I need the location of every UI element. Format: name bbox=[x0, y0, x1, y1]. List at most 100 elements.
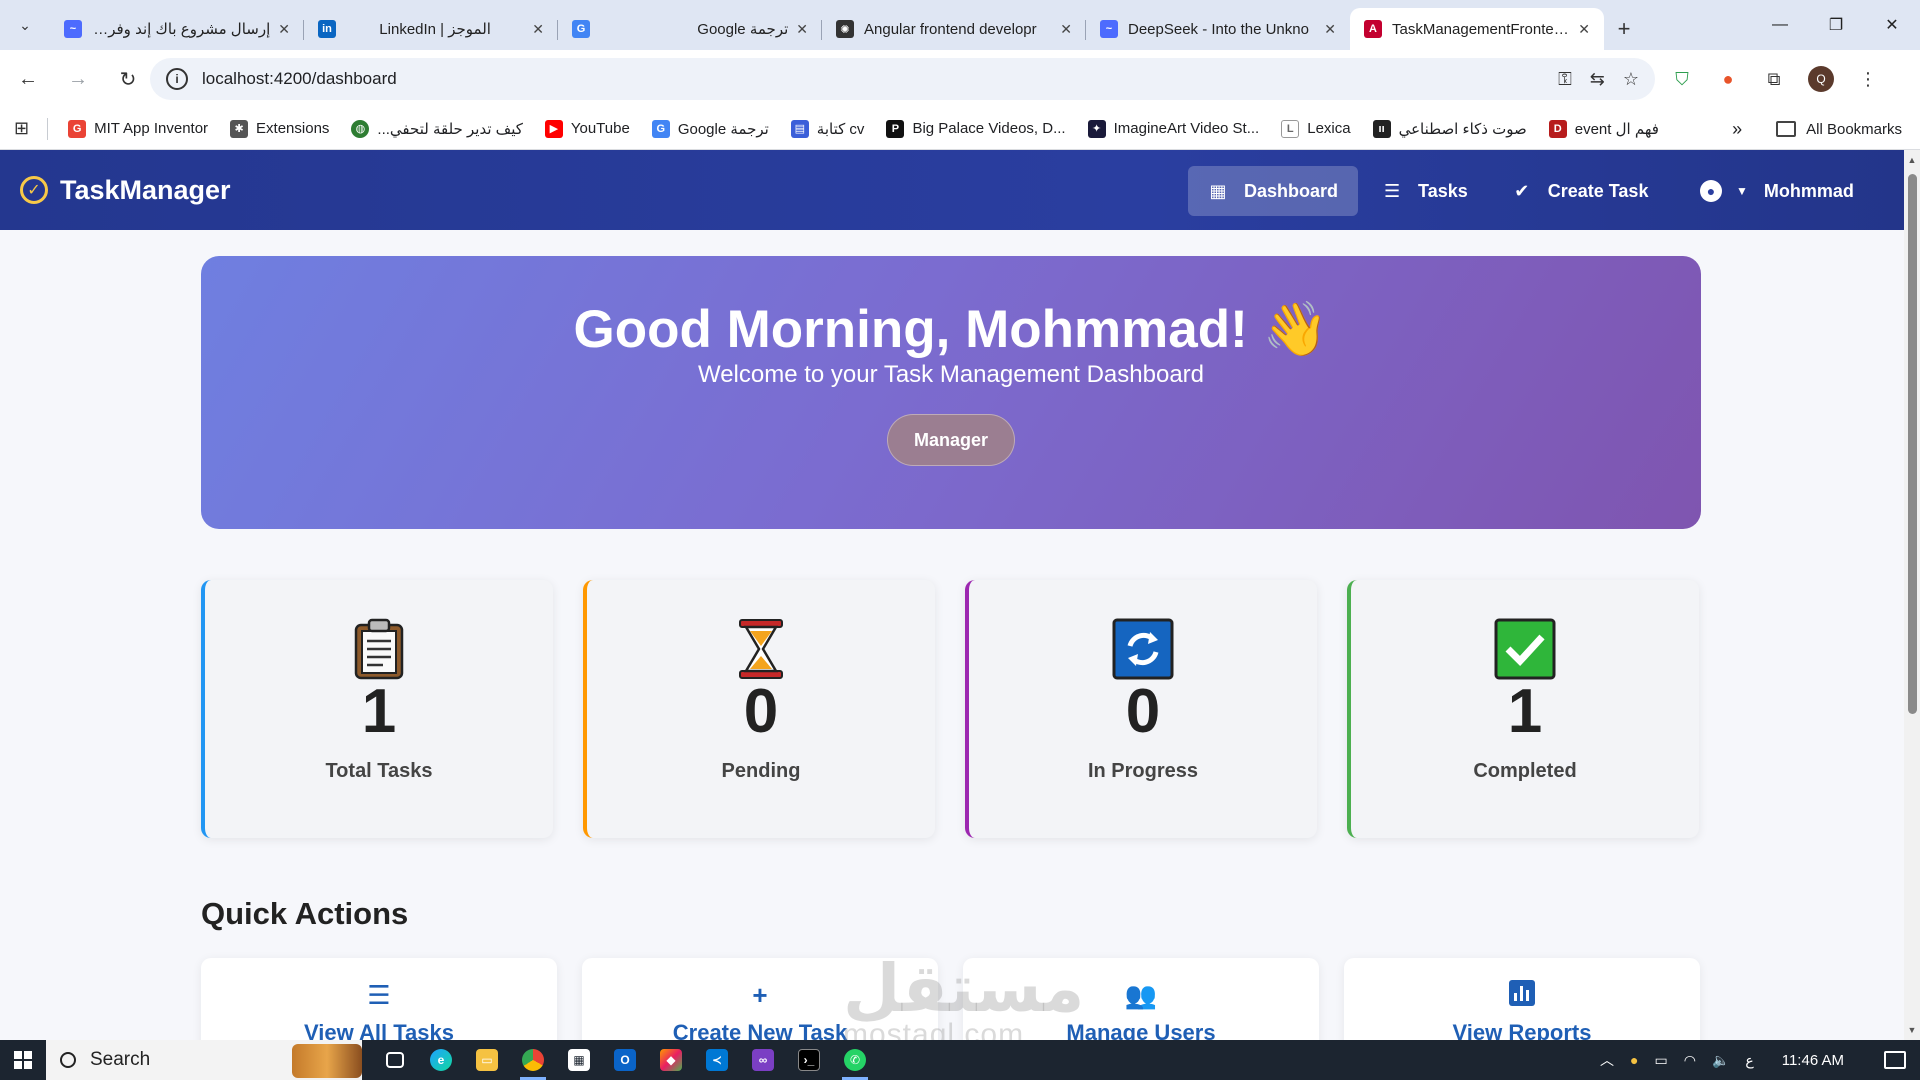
color-extension-icon[interactable]: ● bbox=[1716, 67, 1740, 91]
wifi-icon[interactable]: ◠ bbox=[1684, 1052, 1696, 1069]
tab-search-button[interactable]: ⌄ bbox=[0, 0, 50, 50]
quick-action-view-tasks[interactable]: ☰ View All Tasks bbox=[201, 958, 557, 1040]
bookmark-label: Big Palace Videos, D... bbox=[912, 120, 1066, 137]
restore-icon[interactable]: ❐ bbox=[1808, 0, 1864, 50]
more-bookmarks-icon[interactable]: » bbox=[1732, 119, 1742, 140]
hourglass-icon bbox=[730, 618, 792, 680]
browser-tab[interactable]: ✺ Angular frontend developr ✕ bbox=[822, 8, 1086, 50]
youtube-icon: ▶ bbox=[544, 119, 563, 138]
bookmark-label: كيف تدير حلقة لتحفي... bbox=[377, 120, 523, 138]
windows-logo-icon bbox=[14, 1051, 32, 1069]
password-key-icon[interactable]: ⚿ bbox=[1558, 69, 1572, 90]
clipboard-icon bbox=[348, 618, 410, 680]
brand-logo[interactable]: ✓ TaskManager bbox=[20, 150, 231, 230]
browser-tab[interactable]: G Google ترجمة ✕ bbox=[558, 8, 822, 50]
user-menu-toggle[interactable]: ● ▼ Mohmmad bbox=[1700, 166, 1854, 216]
search-label: Search bbox=[90, 1049, 151, 1070]
taskbar-terminal[interactable]: ›_ bbox=[786, 1040, 832, 1080]
taskbar-whatsapp[interactable]: ✆ bbox=[832, 1040, 878, 1080]
bookmark-item[interactable]: L Lexica bbox=[1281, 119, 1351, 138]
scroll-up-icon[interactable]: ▲ bbox=[1904, 152, 1920, 168]
nav-create-task[interactable]: ✔ Create Task bbox=[1492, 166, 1669, 216]
bookmark-item[interactable]: ▶ YouTube bbox=[544, 119, 630, 138]
linkedin-icon: in bbox=[318, 20, 336, 38]
minimize-icon[interactable]: — bbox=[1752, 0, 1808, 50]
notification-icon[interactable] bbox=[1884, 1051, 1906, 1069]
browser-tab-strip: ⌄ ~ إرسال مشروع باك إند وفرونت ✕ in Link… bbox=[0, 0, 1920, 50]
new-tab-button[interactable]: + bbox=[1604, 8, 1644, 50]
browser-tab[interactable]: ~ DeepSeek - Into the Unkno ✕ bbox=[1086, 8, 1350, 50]
site-info-icon[interactable]: i bbox=[166, 68, 188, 90]
close-window-icon[interactable]: ✕ bbox=[1864, 0, 1920, 50]
scroll-down-icon[interactable]: ▼ bbox=[1904, 1022, 1920, 1038]
deepseek-icon: ~ bbox=[64, 20, 82, 38]
apps-grid-icon[interactable]: ⊞ bbox=[14, 118, 29, 139]
task-view-button[interactable] bbox=[372, 1040, 418, 1080]
scrollbar-thumb[interactable] bbox=[1908, 174, 1917, 714]
audio-icon: ıı bbox=[1372, 119, 1391, 138]
page-scrollbar[interactable]: ▲ ▼ bbox=[1904, 150, 1920, 1040]
edge-icon: e bbox=[430, 1049, 452, 1071]
nav-label: Tasks bbox=[1418, 180, 1468, 201]
video-icon: P bbox=[886, 119, 905, 138]
translate-icon[interactable]: ⇆ bbox=[1590, 69, 1605, 90]
bookmark-item[interactable]: ◍ كيف تدير حلقة لتحفي... bbox=[351, 119, 523, 138]
back-icon[interactable]: ← bbox=[6, 57, 50, 101]
store-icon: ▦ bbox=[568, 1049, 590, 1071]
profile-avatar[interactable]: Q bbox=[1808, 66, 1834, 92]
taskbar-app-color[interactable]: ◆ bbox=[648, 1040, 694, 1080]
bookmarks-bar: ⊞ G MIT App Inventor ✱ Extensions ◍ كيف تدي… bbox=[0, 108, 1920, 150]
close-icon[interactable]: ✕ bbox=[532, 21, 544, 38]
folder-icon: ▭ bbox=[476, 1049, 498, 1071]
taskbar-apps: e ▭ ▦ O ◆ ≺ ∞ ›_ ✆ bbox=[372, 1040, 878, 1080]
bookmark-item[interactable]: G MIT App Inventor bbox=[68, 119, 208, 138]
bookmark-item[interactable]: P Big Palace Videos, D... bbox=[886, 119, 1066, 138]
taskbar-outlook[interactable]: O bbox=[602, 1040, 648, 1080]
battery-icon[interactable]: ▭ bbox=[1654, 1052, 1667, 1069]
tray-app-icon[interactable]: ● bbox=[1630, 1052, 1638, 1068]
taskbar-edge[interactable]: e bbox=[418, 1040, 464, 1080]
windows-start-button[interactable] bbox=[0, 1040, 46, 1080]
taskbar-chrome[interactable] bbox=[510, 1040, 556, 1080]
bookmark-item[interactable]: ✱ Extensions bbox=[230, 119, 329, 138]
taskbar-visual-studio[interactable]: ∞ bbox=[740, 1040, 786, 1080]
url-text[interactable]: localhost:4200/dashboard bbox=[202, 69, 397, 89]
task-view-icon bbox=[386, 1052, 404, 1068]
close-icon[interactable]: ✕ bbox=[1324, 21, 1336, 38]
nav-tasks[interactable]: ☰ Tasks bbox=[1362, 166, 1488, 216]
all-bookmarks-button[interactable]: All Bookmarks bbox=[1806, 121, 1902, 138]
tray-chevron-up-icon[interactable]: ︿ bbox=[1600, 1050, 1614, 1070]
bookmark-item[interactable]: G Google ترجمة bbox=[651, 119, 769, 138]
browser-tab[interactable]: in LinkedIn | الموجز ✕ bbox=[304, 8, 558, 50]
taskbar-store[interactable]: ▦ bbox=[556, 1040, 602, 1080]
nav-dashboard[interactable]: ▦ Dashboard bbox=[1188, 166, 1359, 216]
browser-tab-active[interactable]: A TaskManagementFrontend ✕ bbox=[1350, 8, 1604, 50]
taskbar-search[interactable]: Search bbox=[46, 1040, 362, 1080]
greeting-title: Good Morning, Mohmmad! 👋 bbox=[573, 300, 1329, 359]
reload-icon[interactable]: ↻ bbox=[106, 57, 150, 101]
tab-title: TaskManagementFrontend bbox=[1392, 20, 1571, 38]
volume-icon[interactable]: 🔈 bbox=[1712, 1052, 1729, 1069]
quick-action-view-reports[interactable]: View Reports bbox=[1344, 958, 1700, 1040]
bookmark-item[interactable]: D فهم ال event bbox=[1548, 119, 1659, 138]
input-indicator[interactable]: ع bbox=[1745, 1052, 1753, 1069]
close-icon[interactable]: ✕ bbox=[796, 21, 808, 38]
bookmark-star-icon[interactable]: ☆ bbox=[1623, 69, 1639, 90]
stat-card-completed: 1 Completed bbox=[1347, 580, 1699, 838]
close-icon[interactable]: ✕ bbox=[1060, 21, 1072, 38]
taskbar-file-explorer[interactable]: ▭ bbox=[464, 1040, 510, 1080]
forward-icon[interactable]: → bbox=[56, 57, 100, 101]
bookmark-item[interactable]: ✦ ImagineArt Video St... bbox=[1087, 119, 1259, 138]
extensions-puzzle-icon[interactable]: ⧉ bbox=[1762, 67, 1786, 91]
kebab-menu-icon[interactable]: ⋮ bbox=[1856, 67, 1880, 91]
close-icon[interactable]: ✕ bbox=[1578, 21, 1590, 38]
system-clock[interactable]: 11:46 AM bbox=[1782, 1052, 1844, 1069]
shield-extension-icon[interactable]: ⛉ bbox=[1670, 67, 1694, 91]
close-icon[interactable]: ✕ bbox=[278, 21, 290, 38]
taskbar-vscode[interactable]: ≺ bbox=[694, 1040, 740, 1080]
browser-tab[interactable]: ~ إرسال مشروع باك إند وفرونت ✕ bbox=[50, 8, 304, 50]
app-navbar: ✓ TaskManager ▦ Dashboard ☰ Tasks ✔ Crea… bbox=[0, 150, 1904, 230]
bookmark-item[interactable]: ıı صوت ذكاء اصطناعي bbox=[1372, 119, 1527, 138]
address-bar[interactable]: i localhost:4200/dashboard ⚿ ⇆ ☆ bbox=[150, 58, 1655, 100]
bookmark-item[interactable]: ▤ كتابة cv bbox=[790, 119, 864, 138]
